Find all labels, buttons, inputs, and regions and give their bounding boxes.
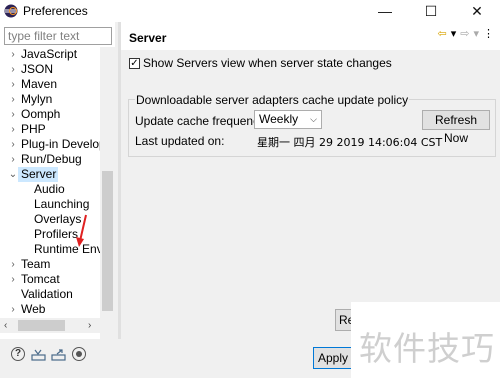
tree-vertical-scroll-thumb[interactable] <box>102 171 113 311</box>
tree-item-label: Maven <box>21 77 58 91</box>
tree-item-label: Tomcat <box>21 272 60 286</box>
tree-item-label: Audio <box>34 182 65 196</box>
annotation-arrow-icon <box>76 214 87 247</box>
tree-item-label: Validation <box>21 287 73 301</box>
preference-tree: › JavaScript › JSON › Maven › Mylyn › Oomph › PHP › P… <box>0 47 100 317</box>
update-frequency-select[interactable]: Weekly ⌵ <box>254 110 322 129</box>
last-updated-value: 星期一 四月 29 2019 14:06:04 CST <box>257 136 443 149</box>
tree-item-label: Web <box>21 302 46 316</box>
tree-item-label: Oomph <box>21 107 61 121</box>
window-title: Preferences <box>23 4 88 18</box>
tree-item[interactable]: ⌄ Server <box>9 167 58 182</box>
expand-chevron-icon[interactable]: › <box>8 257 18 272</box>
watermark-text: 软件技巧 <box>359 329 495 368</box>
update-frequency-value: Weekly <box>259 112 299 126</box>
expand-chevron-icon[interactable]: › <box>8 47 18 62</box>
tree-horizontal-scrollbar[interactable]: ‹ › <box>0 318 100 333</box>
expand-chevron-icon[interactable]: › <box>8 272 18 287</box>
page-header: Server ⇦ ▾ ⇨ ▾ ⋮ <box>121 22 500 50</box>
title-bar: Preferences — ☐ ✕ <box>0 0 500 22</box>
show-servers-view-option[interactable]: ✓ Show Servers view when server state ch… <box>129 56 392 70</box>
server-preferences-page: Server ⇦ ▾ ⇨ ▾ ⋮ ✓ Show Servers view whe… <box>121 22 500 339</box>
record-icon[interactable] <box>72 347 86 361</box>
expand-chevron-icon[interactable]: › <box>8 152 18 167</box>
minimize-button[interactable]: — <box>362 0 408 22</box>
preference-tree-panel: ›JavaScript›JSON›Maven›Mylyn›Oomph›PHP›P… <box>0 22 115 340</box>
eclipse-icon <box>4 4 18 18</box>
tree-item-label: Mylyn <box>21 92 53 106</box>
expand-chevron-icon[interactable]: › <box>8 302 18 317</box>
tree-item-label: Plug-in Development <box>21 137 100 151</box>
help-icon[interactable]: ? <box>11 347 25 361</box>
tree-horizontal-scroll-thumb[interactable] <box>18 320 65 331</box>
scroll-right-icon[interactable]: › <box>88 318 91 333</box>
export-icon[interactable] <box>51 349 66 361</box>
tree-item-label: Profilers <box>34 227 79 241</box>
tree-item-label: JSON <box>21 62 54 76</box>
refresh-now-button[interactable]: Refresh Now <box>422 110 490 145</box>
back-icon[interactable]: ⇦ <box>438 28 447 40</box>
expand-chevron-icon[interactable]: › <box>8 77 18 92</box>
tree-item-label: JavaScript <box>21 47 78 61</box>
forward-menu-icon[interactable]: ▾ <box>473 28 479 40</box>
chevron-down-icon: ⌵ <box>310 114 317 124</box>
expand-chevron-icon[interactable]: › <box>8 137 18 152</box>
expand-chevron-icon[interactable]: › <box>8 92 18 107</box>
tree-item-label: Server <box>21 167 57 181</box>
expand-chevron-icon[interactable]: › <box>8 62 18 77</box>
view-menu-icon[interactable]: ⋮ <box>483 28 494 40</box>
tree-item-label: Run/Debug <box>21 152 82 166</box>
import-icon[interactable] <box>31 349 46 361</box>
expand-chevron-icon[interactable]: › <box>8 107 18 122</box>
page-title: Server <box>129 31 167 45</box>
collapse-chevron-icon[interactable]: ⌄ <box>8 167 18 182</box>
show-servers-view-checkbox[interactable]: ✓ <box>129 57 140 69</box>
tree-item-label: Team <box>21 257 51 271</box>
apply-and-close-button[interactable]: Apply and Close <box>313 347 353 369</box>
expand-chevron-icon[interactable]: › <box>8 122 18 137</box>
forward-icon[interactable]: ⇨ <box>460 28 469 40</box>
maximize-button[interactable]: ☐ <box>408 0 454 22</box>
filter-input[interactable] <box>4 27 112 45</box>
tree-item-label: Launching <box>34 197 90 211</box>
last-updated-label: Last updated on: <box>135 134 225 148</box>
back-menu-icon[interactable]: ▾ <box>451 28 457 40</box>
update-frequency-label: Update cache frequency: <box>135 114 269 128</box>
close-button[interactable]: ✕ <box>454 0 500 22</box>
tree-item-label: PHP <box>21 122 46 136</box>
scroll-left-icon[interactable]: ‹ <box>4 318 7 333</box>
show-servers-view-label: Show Servers view when server state chan… <box>143 56 392 70</box>
watermark: 软件技巧 <box>351 302 500 378</box>
tree-vertical-scrollbar[interactable] <box>100 47 115 340</box>
tree-item-label: Runtime Environments <box>34 242 100 256</box>
cache-policy-group-title: Downloadable server adapters cache updat… <box>135 93 410 107</box>
